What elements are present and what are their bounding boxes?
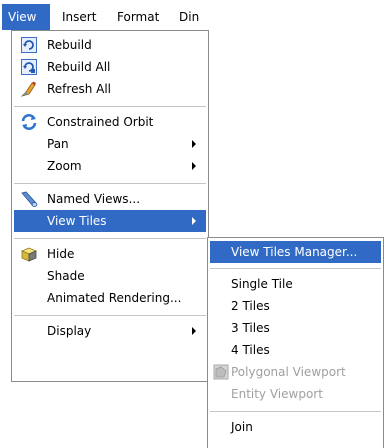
menu-item-single-tile[interactable]: Single Tile [210, 273, 381, 295]
refresh-all-icon [20, 80, 38, 98]
rebuild-icon [20, 36, 38, 54]
menu-format[interactable]: Format [111, 4, 169, 30]
menu-item-2-tiles[interactable]: 2 Tiles [210, 295, 381, 317]
menu-item-zoom[interactable]: Zoom [14, 155, 206, 177]
menu-item-rebuild[interactable]: Rebuild [14, 34, 206, 56]
menu-item-3-tiles[interactable]: 3 Tiles [210, 317, 381, 339]
menu-bar: View Insert Format Din [0, 0, 389, 32]
rebuild-all-icon [20, 58, 38, 76]
menu-item-4-tiles[interactable]: 4 Tiles [210, 339, 381, 361]
view-tiles-submenu: View Tiles Manager... Single Tile 2 Tile… [207, 237, 384, 448]
menu-item-rebuild-all[interactable]: Rebuild All [14, 56, 206, 78]
submenu-arrow-icon [192, 162, 196, 170]
hide-icon [20, 245, 38, 263]
menu-separator [210, 411, 381, 412]
menu-item-entity-viewport: Entity Viewport [231, 387, 323, 401]
constrained-orbit-icon [20, 113, 38, 131]
menu-item-display[interactable]: Display [14, 320, 206, 342]
polygonal-viewport-icon [212, 363, 230, 381]
menu-item-join[interactable]: Join [210, 416, 381, 438]
submenu-arrow-icon [192, 327, 196, 335]
menu-item-polygonal-viewport: Polygonal Viewport [210, 361, 381, 383]
menu-item-hide[interactable]: Hide [14, 243, 206, 265]
menu-item-shade[interactable]: Shade [14, 265, 206, 287]
menu-item-view-tiles-manager[interactable]: View Tiles Manager... [210, 241, 381, 263]
menu-separator [14, 315, 206, 316]
view-menu: Rebuild Rebuild All Refresh All Constrai… [11, 30, 209, 382]
menu-item-view-tiles[interactable]: View Tiles [14, 210, 206, 232]
menu-item-pan[interactable]: Pan [14, 133, 206, 155]
menu-insert[interactable]: Insert [56, 4, 106, 30]
menu-view[interactable]: View [2, 4, 50, 30]
menu-separator [14, 238, 206, 239]
named-views-icon [20, 190, 38, 208]
menu-item-refresh-all[interactable]: Refresh All [14, 78, 206, 100]
menu-item-constrained-orbit[interactable]: Constrained Orbit [14, 111, 206, 133]
menu-separator [210, 268, 381, 269]
menu-item-named-views[interactable]: Named Views... [14, 188, 206, 210]
submenu-arrow-icon [192, 217, 196, 225]
submenu-arrow-icon [192, 140, 196, 148]
menu-separator [14, 106, 206, 107]
menu-dimension[interactable]: Din [173, 4, 209, 30]
menu-item-animated-rendering[interactable]: Animated Rendering... [14, 287, 206, 309]
menu-separator [14, 183, 206, 184]
